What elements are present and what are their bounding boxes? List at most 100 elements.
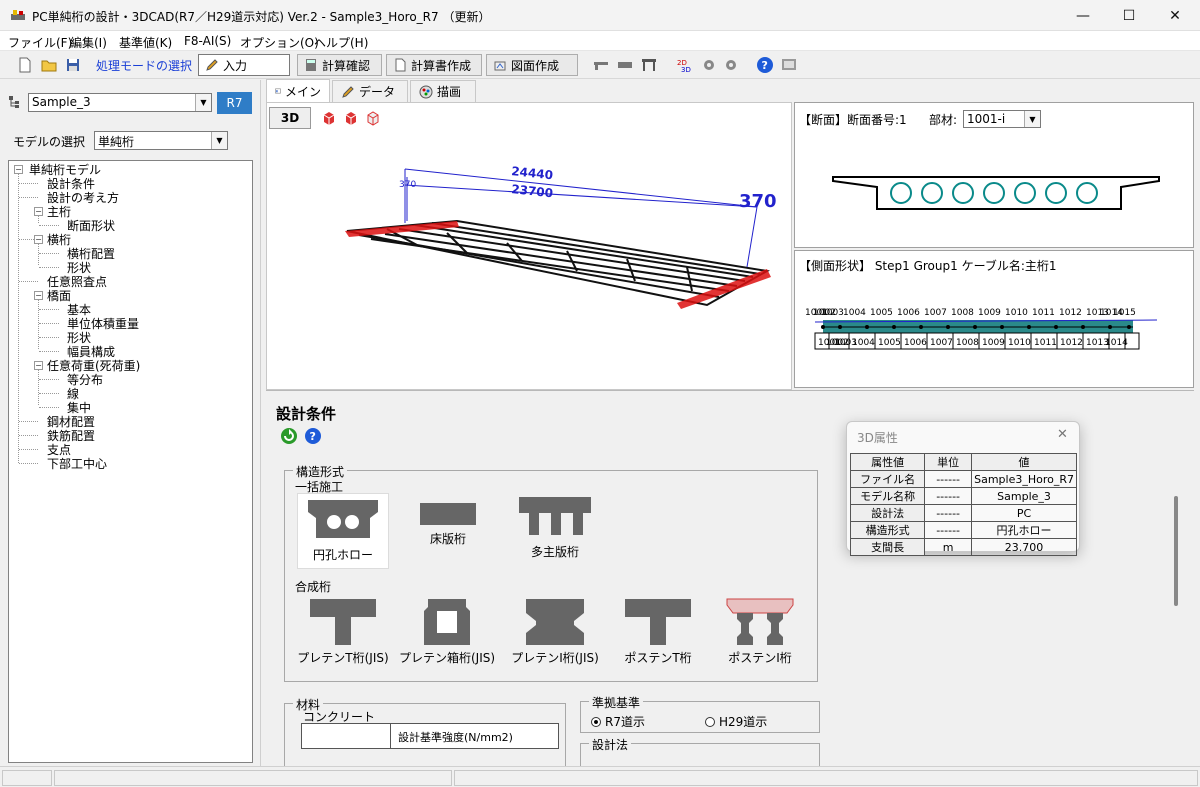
tree-item[interactable]: 形状 — [67, 331, 91, 345]
tree-expand-icon[interactable]: − — [34, 291, 43, 300]
menu-help[interactable]: ヘルプ(H) — [314, 34, 368, 51]
tree-item[interactable]: 設計の考え方 — [47, 191, 119, 205]
option-pretensioned-box[interactable]: プレテン箱桁(JIS) — [397, 597, 497, 669]
tree-item[interactable]: 基本 — [67, 303, 91, 317]
new-file-icon[interactable] — [16, 56, 34, 74]
beam-icon[interactable] — [592, 56, 610, 74]
refresh-icon[interactable] — [280, 427, 298, 445]
radio-r7[interactable]: R7道示 — [591, 713, 645, 730]
chevron-down-icon: ▼ — [1024, 111, 1040, 127]
tree-expand-icon[interactable]: − — [34, 235, 43, 244]
tree-item[interactable]: 集中 — [67, 401, 91, 415]
option-posttensioned-i-label: ポステンI桁 — [728, 651, 792, 665]
tree-expand-icon[interactable]: − — [14, 165, 23, 174]
tree-item[interactable]: 設計条件 — [47, 177, 95, 191]
tree-item[interactable]: 支点 — [47, 443, 71, 457]
node-label: 1010 — [1005, 308, 1028, 318]
option-pretensioned-i[interactable]: プレテンI桁(JIS) — [507, 597, 603, 669]
tab-main[interactable]: メイン — [266, 79, 330, 102]
drawing-button-label: 図面作成 — [511, 58, 560, 73]
r7-button[interactable]: R7 — [217, 92, 252, 114]
settings-icon[interactable] — [722, 56, 740, 74]
open-folder-icon[interactable] — [40, 56, 58, 74]
calc-check-button[interactable]: 計算確認 — [297, 54, 382, 76]
tree-item[interactable]: 横桁 — [47, 233, 71, 247]
design-heading: 設計条件 — [276, 405, 337, 423]
tree-item[interactable]: 幅員構成 — [67, 345, 115, 359]
multi-girder-icon — [519, 497, 591, 535]
girder-icon[interactable] — [640, 56, 658, 74]
menu-file[interactable]: ファイル(F) — [8, 34, 72, 51]
attr-name: 支間長 — [849, 538, 926, 556]
tree-item[interactable]: 鋼材配置 — [47, 415, 95, 429]
2d3d-icon[interactable]: 2D3D — [676, 56, 694, 74]
attr-unit: ------ — [924, 521, 973, 539]
option-hollow[interactable]: 円孔ホロー — [297, 493, 389, 569]
tree-item[interactable]: 下部工中心 — [47, 457, 107, 471]
standard-group: 準拠基準 R7道示 H29道示 — [580, 694, 820, 733]
gear-icon[interactable] — [700, 56, 718, 74]
save-icon[interactable] — [64, 56, 82, 74]
option-posttensioned-i[interactable]: ポステンI桁 — [715, 597, 805, 669]
option-multi[interactable]: 多主版桁 — [505, 495, 605, 565]
document-icon — [395, 58, 406, 72]
chevron-down-icon: ▼ — [211, 132, 227, 149]
attr-value: PC — [971, 504, 1077, 522]
tree-expand-icon[interactable]: − — [34, 207, 43, 216]
input-button[interactable]: 入力 — [198, 54, 290, 76]
option-slab[interactable]: 床版桁 — [405, 501, 491, 561]
tree-item[interactable]: 形状 — [67, 261, 91, 275]
window-title: PC単純桁の設計・3DCAD(R7／H29道示対応) Ver.2 - Sampl… — [32, 10, 491, 24]
tree-item[interactable]: 単位体積重量 — [67, 317, 139, 331]
slab-icon[interactable] — [616, 56, 634, 74]
dim-24440: 24440 — [511, 164, 554, 182]
dialog-close-icon[interactable]: ✕ — [1057, 427, 1068, 442]
menu-edit[interactable]: 編集(I) — [70, 34, 107, 51]
help-icon[interactable]: ? — [304, 427, 322, 445]
tab-data[interactable]: データ — [332, 80, 408, 102]
option-posttensioned-t[interactable]: ポステンT桁 — [613, 597, 703, 669]
tree-item[interactable]: 任意照査点 — [47, 275, 107, 289]
menu-option[interactable]: オプション(O) — [240, 34, 319, 51]
help-icon[interactable]: ? — [756, 56, 774, 74]
tree-item[interactable]: 断面形状 — [67, 219, 115, 233]
menu-f8ai[interactable]: F8-AI(S) — [184, 34, 231, 48]
report-button[interactable]: 計算書作成 — [386, 54, 482, 76]
table-row: 支間長 m 23.700 — [849, 538, 1077, 556]
tree-item[interactable]: 等分布 — [67, 373, 103, 387]
radio-h29[interactable]: H29道示 — [705, 713, 767, 730]
minimize-button[interactable]: — — [1060, 0, 1106, 31]
tab-draw[interactable]: 描画 — [410, 80, 476, 102]
tree-item[interactable]: 任意荷重(死荷重) — [47, 359, 140, 373]
tree-item[interactable]: 橋面 — [47, 289, 71, 303]
tree-item-root[interactable]: 単純桁モデル — [29, 163, 101, 177]
tree-item[interactable]: 線 — [67, 387, 79, 401]
dim-left: 370 — [399, 180, 416, 190]
menu-standard[interactable]: 基準値(K) — [119, 34, 172, 51]
close-button[interactable]: ✕ — [1152, 0, 1198, 31]
status-bar — [0, 766, 1200, 787]
element-label: 1008 — [956, 338, 979, 348]
status-cell — [54, 770, 452, 786]
model-tree[interactable]: − 単純桁モデル 設計条件 設計の考え方 − 主桁 断面形状 − 横桁 横桁配置… — [8, 160, 253, 763]
tree-item[interactable]: 主桁 — [47, 205, 71, 219]
model-combo[interactable]: 単純桁 ▼ — [94, 131, 228, 150]
calculator-icon — [306, 59, 316, 71]
option-pretensioned-t[interactable]: プレテンT桁(JIS) — [295, 597, 391, 669]
hollow-section-drawing — [832, 176, 1160, 210]
vertical-scrollbar[interactable] — [1174, 496, 1178, 606]
3d-view[interactable]: 3D 24440 23700 370 370 — [266, 102, 792, 390]
tree-item[interactable]: 鉄筋配置 — [47, 429, 95, 443]
book-icon[interactable] — [780, 56, 798, 74]
bridge-3d-model: 24440 23700 370 370 — [345, 164, 777, 309]
tree-expand-icon[interactable]: − — [34, 361, 43, 370]
table-row: モデル名称 ------ Sample_3 — [849, 487, 1077, 505]
node-label: 1009 — [978, 308, 1001, 318]
file-combo[interactable]: Sample_3 ▼ — [28, 93, 212, 112]
attr-name: 構造形式 — [849, 521, 926, 539]
tree-item[interactable]: 横桁配置 — [67, 247, 115, 261]
tree-icon — [9, 96, 19, 108]
drawing-button[interactable]: 図面作成 — [486, 54, 578, 76]
maximize-button[interactable]: ☐ — [1106, 0, 1152, 31]
member-combo[interactable]: 1001-i ▼ — [963, 110, 1041, 128]
